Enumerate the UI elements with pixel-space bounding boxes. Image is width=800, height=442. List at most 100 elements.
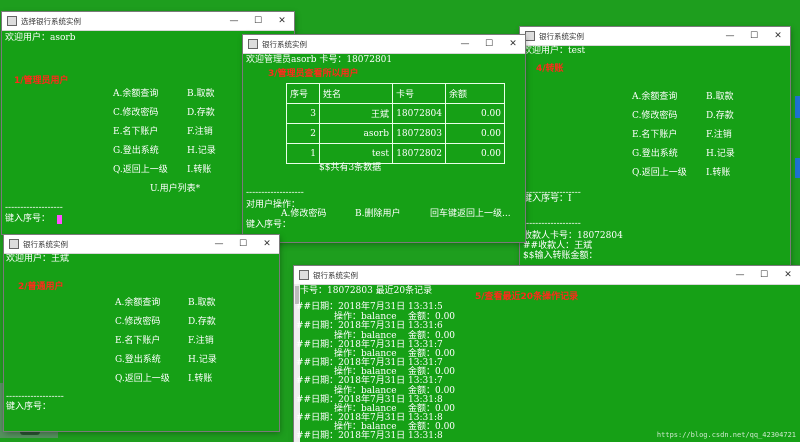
table-cell: asorb xyxy=(319,123,393,144)
welcome-text: 欢迎用户：test xyxy=(523,46,586,56)
menu-item: G.登出系统 xyxy=(632,149,678,159)
maximize-button[interactable]: ☐ xyxy=(752,266,776,284)
table-header-row: 序号 姓名 卡号 余额 xyxy=(286,83,505,104)
divider: ------------------- xyxy=(5,203,63,213)
menu-item: F.注销 xyxy=(188,336,214,346)
console-output[interactable]: 欢迎用户：test 4/转账 A.余额查询 B.取款 C.修改密码 D.存款 E… xyxy=(520,46,790,267)
annotation-label: 4/转账 xyxy=(536,64,564,74)
minimize-button[interactable]: — xyxy=(728,266,752,284)
maximize-button[interactable]: ☐ xyxy=(477,35,501,53)
title-bar[interactable]: 银行系统实例 — ☐ ✕ xyxy=(520,27,790,46)
title-bar[interactable]: 银行系统实例 — ☐ ✕ xyxy=(4,235,279,254)
app-icon xyxy=(299,270,309,280)
input-prompt: 键入序号： xyxy=(6,402,52,412)
table-cell: 王斌 xyxy=(319,103,393,124)
menu-item: E.名下账户 xyxy=(115,336,161,346)
app-icon xyxy=(525,31,535,41)
menu-item: A.余额查询 xyxy=(115,298,161,308)
menu-item: B.取款 xyxy=(706,92,734,102)
window-admin-user-list: 银行系统实例 — ☐ ✕ 欢迎管理员asorb 卡号：18072801 3/管理… xyxy=(243,35,525,242)
menu-item: B.取款 xyxy=(187,89,215,99)
menu-item: I.转账 xyxy=(188,374,213,384)
divider: ------------------- xyxy=(523,219,581,229)
window-title: 选择银行系统实例 xyxy=(21,16,81,26)
column-header: 卡号 xyxy=(392,83,446,104)
console-output[interactable]: 欢迎管理员asorb 卡号：18072801 3/管理员查看所以用户 序号 姓名… xyxy=(243,54,525,242)
window-normal-user: 银行系统实例 — ☐ ✕ 欢迎用户：王斌 2/普通用户 A.余额查询 B.取款 … xyxy=(4,235,279,431)
menu-item: H.记录 xyxy=(188,355,217,365)
window-title: 银行系统实例 xyxy=(313,270,358,280)
menu-item: A.余额查询 xyxy=(113,89,159,99)
maximize-button[interactable]: ☐ xyxy=(742,27,766,45)
records-header: 卡号：18072803 最近20条记录 xyxy=(300,286,433,296)
menu-item: D.存款 xyxy=(706,111,734,121)
admin-header: 欢迎管理员asorb 卡号：18072801 xyxy=(246,55,393,65)
menu-item: Q.返回上一级 xyxy=(115,374,170,384)
annotation-label: 2/普通用户 xyxy=(18,282,64,292)
background-window-edge xyxy=(795,96,800,118)
recipient-card-text: 收款人卡号：18072804 xyxy=(523,231,623,241)
menu-item: C.修改密码 xyxy=(632,111,678,121)
title-bar[interactable]: 银行系统实例 — ☐ ✕ xyxy=(243,35,525,54)
close-button[interactable]: ✕ xyxy=(255,235,279,253)
welcome-text: 欢迎用户：asorb xyxy=(5,33,76,43)
menu-item: G.登出系统 xyxy=(113,146,159,156)
window-title: 银行系统实例 xyxy=(262,39,307,49)
menu-item: Q.返回上一级 xyxy=(632,168,687,178)
app-icon xyxy=(7,16,17,26)
input-prompt: 键入序号： xyxy=(5,214,51,224)
minimize-button[interactable]: — xyxy=(453,35,477,53)
console-output[interactable]: 欢迎用户：王斌 2/普通用户 A.余额查询 B.取款 C.修改密码 D.存款 E… xyxy=(4,254,279,431)
minimize-button[interactable]: — xyxy=(207,235,231,253)
column-header: 序号 xyxy=(286,83,320,104)
app-icon xyxy=(9,239,19,249)
op-item: A.修改密码 xyxy=(281,209,327,219)
table-cell: 18072802 xyxy=(392,143,446,164)
column-header: 姓名 xyxy=(319,83,393,104)
table-cell: 0.00 xyxy=(445,103,505,124)
close-button[interactable]: ✕ xyxy=(766,27,790,45)
minimize-button[interactable]: — xyxy=(718,27,742,45)
annotation-label: 1/管理员用户 xyxy=(14,76,69,86)
menu-item: G.登出系统 xyxy=(115,355,161,365)
console-output[interactable]: 卡号：18072803 最近20条记录 5/查看最近20条操作记录 ##日期：2… xyxy=(294,285,800,442)
table-cell: 0.00 xyxy=(445,123,505,144)
user-table: 序号 姓名 卡号 余额 3 王斌 18072804 0.00 2 asorb 1… xyxy=(286,83,505,164)
table-row: 3 王斌 18072804 0.00 xyxy=(286,103,505,124)
table-cell: 18072803 xyxy=(392,123,446,144)
title-bar[interactable]: 银行系统实例 — ☐ ✕ xyxy=(294,266,800,285)
close-button[interactable]: ✕ xyxy=(270,12,294,30)
menu-item: Q.返回上一级 xyxy=(113,165,168,175)
menu-item: D.存款 xyxy=(187,108,215,118)
record-date: ##日期：2018年7月31日 13:31:5 xyxy=(296,302,443,312)
menu-item: F.注销 xyxy=(706,130,732,140)
menu-item: F.注销 xyxy=(187,127,213,137)
maximize-button[interactable]: ☐ xyxy=(246,12,270,30)
annotation-label: 3/管理员查看所以用户 xyxy=(268,69,359,79)
maximize-button[interactable]: ☐ xyxy=(231,235,255,253)
column-header: 余额 xyxy=(445,83,505,104)
menu-item: H.记录 xyxy=(187,146,216,156)
op-item: 回车键返回上一级... xyxy=(430,209,511,219)
summary-text: $$共有3条数据 xyxy=(319,163,382,173)
watermark-text: https://blog.csdn.net/qq_42304721 xyxy=(656,431,796,439)
record-date: ##日期：2018年7月31日 13:31:8 xyxy=(296,431,443,441)
close-button[interactable]: ✕ xyxy=(501,35,525,53)
record-date: ##日期：2018年7月31日 13:31:7 xyxy=(296,376,443,386)
table-cell: 0.00 xyxy=(445,143,505,164)
title-bar[interactable]: 选择银行系统实例 — ☐ ✕ xyxy=(2,12,294,31)
window-recent-records: 银行系统实例 — ☐ ✕ 卡号：18072803 最近20条记录 5/查看最近2… xyxy=(294,266,800,442)
menu-item: I.转账 xyxy=(706,168,731,178)
table-cell: 3 xyxy=(286,103,320,124)
menu-item: B.取款 xyxy=(188,298,216,308)
close-button[interactable]: ✕ xyxy=(776,266,800,284)
menu-item: I.转账 xyxy=(187,165,212,175)
menu-item: C.修改密码 xyxy=(115,317,161,327)
recipient-name-text: ##收款人：王斌 xyxy=(523,241,593,251)
menu-item: U.用户列表* xyxy=(150,184,201,194)
welcome-text: 欢迎用户：王斌 xyxy=(6,254,70,264)
menu-item: C.修改密码 xyxy=(113,108,159,118)
app-icon xyxy=(248,39,258,49)
minimize-button[interactable]: — xyxy=(222,12,246,30)
menu-item: H.记录 xyxy=(706,149,735,159)
